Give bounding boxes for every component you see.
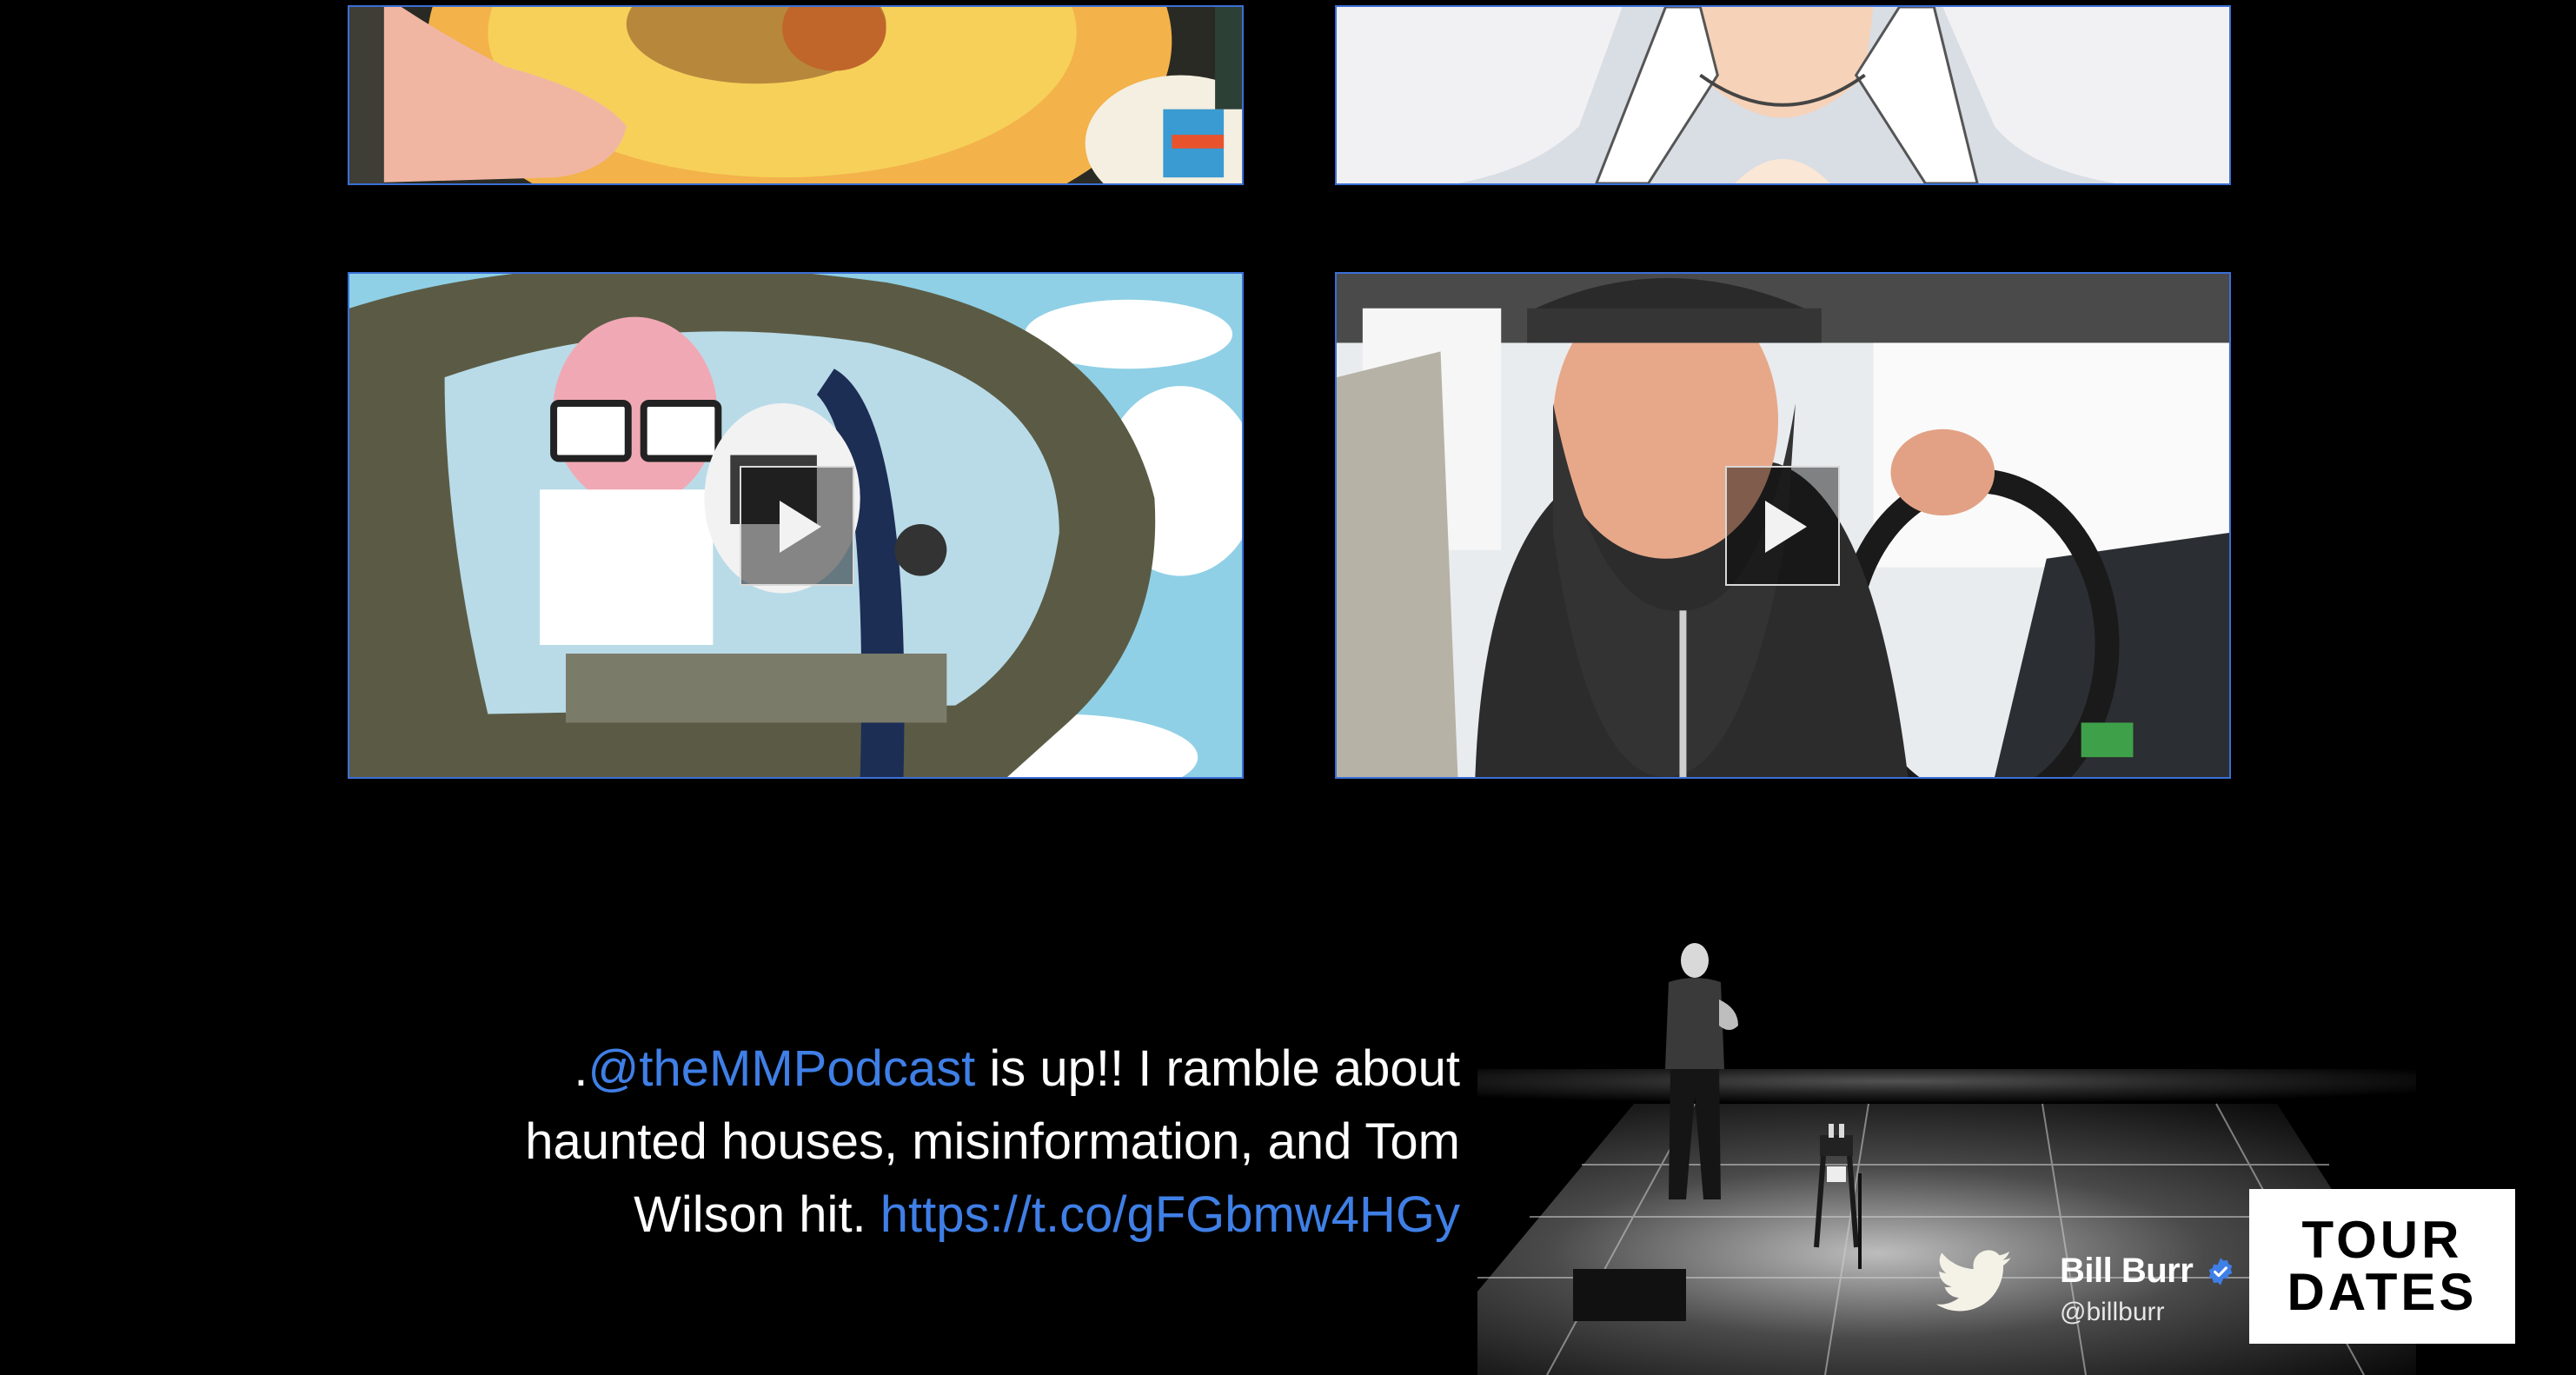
play-icon	[780, 501, 821, 553]
tour-dates-button[interactable]: TOUR DATES	[2249, 1189, 2515, 1344]
video-tile-anime[interactable]	[1335, 5, 2231, 185]
page: .@theMMPodcast is up!! I ramble about ha…	[0, 0, 2576, 1375]
play-button[interactable]	[740, 466, 854, 586]
twitter-bird-icon[interactable]	[1931, 1243, 2018, 1319]
tweet-text: .@theMMPodcast is up!! I ramble about ha…	[469, 1033, 1460, 1252]
tweet-mention-link[interactable]: @theMMPodcast	[588, 1040, 976, 1097]
tweet-prefix: .	[574, 1040, 588, 1097]
video-tile-driving[interactable]	[1335, 272, 2231, 779]
tour-dates-line2: DATES	[2287, 1263, 2478, 1321]
tour-dates-line1: TOUR	[2301, 1211, 2463, 1269]
tweet-url-link[interactable]: https://t.co/gFGbmw4HGy	[880, 1186, 1460, 1243]
author-handle[interactable]: @billburr	[2060, 1298, 2235, 1327]
video-tile-cooking[interactable]	[348, 5, 1244, 185]
play-button[interactable]	[1725, 466, 1840, 586]
author-name[interactable]: Bill Burr	[2060, 1252, 2194, 1291]
play-icon	[1765, 501, 1807, 553]
video-thumbnail-anime	[1337, 7, 2229, 183]
video-thumbnail-cooking	[349, 7, 1242, 183]
video-tile-helicopter[interactable]	[348, 272, 1244, 779]
verified-badge-icon	[2208, 1257, 2233, 1285]
tweet-author[interactable]: Bill Burr @billburr	[2060, 1252, 2235, 1327]
